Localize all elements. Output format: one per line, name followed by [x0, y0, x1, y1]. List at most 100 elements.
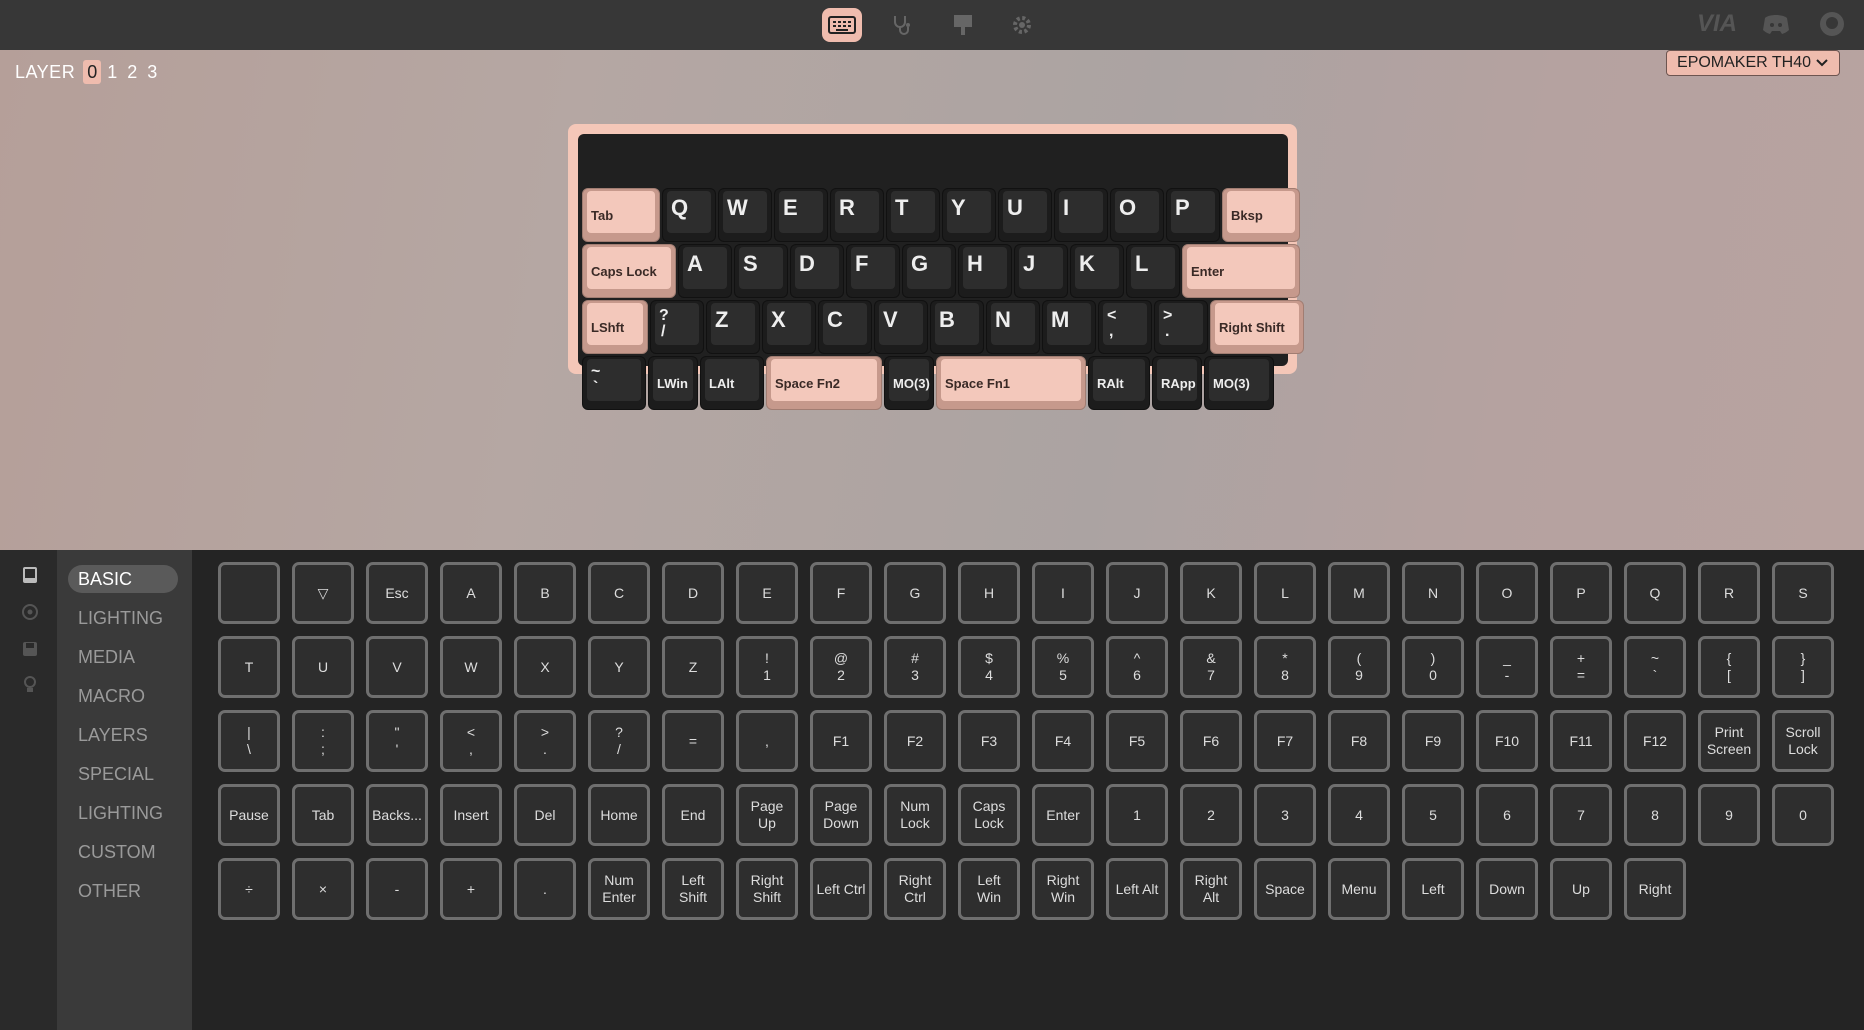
category-custom[interactable]: CUSTOM: [68, 838, 178, 866]
keycode-button[interactable]: ) 0: [1402, 636, 1464, 698]
keycode-button[interactable]: N: [1402, 562, 1464, 624]
keyboard-key[interactable]: O: [1110, 188, 1164, 242]
keyboard-key[interactable]: MO(3): [1204, 356, 1274, 410]
keycode-button[interactable]: Menu: [1328, 858, 1390, 920]
keyboard-key[interactable]: LShft: [582, 300, 648, 354]
keyboard-key[interactable]: X: [762, 300, 816, 354]
keycode-button[interactable]: .: [514, 858, 576, 920]
keycode-button[interactable]: 6: [1476, 784, 1538, 846]
keyboard-key[interactable]: A: [678, 244, 732, 298]
keycode-button[interactable]: 8: [1624, 784, 1686, 846]
keyboard-key[interactable]: Enter: [1182, 244, 1300, 298]
keycode-button[interactable]: * 8: [1254, 636, 1316, 698]
keycode-button[interactable]: F10: [1476, 710, 1538, 772]
keycode-button[interactable]: P: [1550, 562, 1612, 624]
keycode-button[interactable]: : ;: [292, 710, 354, 772]
keycode-button[interactable]: } ]: [1772, 636, 1834, 698]
keycode-button[interactable]: R: [1698, 562, 1760, 624]
keyboard-key[interactable]: ~ `: [582, 356, 646, 410]
keycode-button[interactable]: O: [1476, 562, 1538, 624]
keycode-button[interactable]: ÷: [218, 858, 280, 920]
keycode-button[interactable]: ? /: [588, 710, 650, 772]
layer-0-button[interactable]: 0: [83, 60, 102, 84]
keyboard-key[interactable]: F: [846, 244, 900, 298]
keycode-button[interactable]: H: [958, 562, 1020, 624]
category-layers[interactable]: LAYERS: [68, 721, 178, 749]
keyboard-key[interactable]: Y: [942, 188, 996, 242]
save-icon[interactable]: [19, 638, 41, 660]
keycode-button[interactable]: Y: [588, 636, 650, 698]
keycode-button[interactable]: Print Screen: [1698, 710, 1760, 772]
keycode-button[interactable]: ^ 6: [1106, 636, 1168, 698]
category-lighting[interactable]: LIGHTING: [68, 604, 178, 632]
keycode-button[interactable]: J: [1106, 562, 1168, 624]
keyboard-key[interactable]: Right Shift: [1210, 300, 1304, 354]
keyboard-key[interactable]: V: [874, 300, 928, 354]
keycode-button[interactable]: End: [662, 784, 724, 846]
keyboard-icon[interactable]: [822, 8, 862, 42]
keycode-button[interactable]: Backs...: [366, 784, 428, 846]
keycode-button[interactable]: Space: [1254, 858, 1316, 920]
keycode-button[interactable]: 3: [1254, 784, 1316, 846]
keycode-button[interactable]: F7: [1254, 710, 1316, 772]
keycode-button[interactable]: F3: [958, 710, 1020, 772]
keyboard-key[interactable]: Space Fn1: [936, 356, 1086, 410]
keyboard-key[interactable]: K: [1070, 244, 1124, 298]
keyboard-key[interactable]: D: [790, 244, 844, 298]
keycode-button[interactable]: F12: [1624, 710, 1686, 772]
keycode-button[interactable]: Right Win: [1032, 858, 1094, 920]
layer-3-button[interactable]: 3: [143, 60, 161, 84]
keycode-button[interactable]: Tab: [292, 784, 354, 846]
keyboard-key[interactable]: P: [1166, 188, 1220, 242]
keycode-button[interactable]: Z: [662, 636, 724, 698]
target-icon[interactable]: [19, 601, 41, 623]
keycode-button[interactable]: F5: [1106, 710, 1168, 772]
keycode-button[interactable]: F6: [1180, 710, 1242, 772]
keycode-button[interactable]: Home: [588, 784, 650, 846]
keycode-button[interactable]: " ': [366, 710, 428, 772]
keycode-button[interactable]: ×: [292, 858, 354, 920]
keycode-button[interactable]: F2: [884, 710, 946, 772]
keycode-button[interactable]: @ 2: [810, 636, 872, 698]
keycode-button[interactable]: Page Down: [810, 784, 872, 846]
keyboard-key[interactable]: ? /: [650, 300, 704, 354]
layer-1-button[interactable]: 1: [103, 60, 121, 84]
keycode-button[interactable]: B: [514, 562, 576, 624]
keycode-button[interactable]: Enter: [1032, 784, 1094, 846]
keycode-button[interactable]: Esc: [366, 562, 428, 624]
keyboard-key[interactable]: U: [998, 188, 1052, 242]
keycode-button[interactable]: # 3: [884, 636, 946, 698]
keyboard-key[interactable]: LAlt: [700, 356, 764, 410]
keycode-button[interactable]: F9: [1402, 710, 1464, 772]
keyboard-key[interactable]: Q: [662, 188, 716, 242]
keycode-button[interactable]: 1: [1106, 784, 1168, 846]
keycode-button[interactable]: Insert: [440, 784, 502, 846]
keyboard-key[interactable]: C: [818, 300, 872, 354]
keycode-button[interactable]: & 7: [1180, 636, 1242, 698]
keycode-button[interactable]: V: [366, 636, 428, 698]
keycode-button[interactable]: | \: [218, 710, 280, 772]
keycode-button[interactable]: I: [1032, 562, 1094, 624]
github-icon[interactable]: [1818, 10, 1846, 42]
keycode-button[interactable]: D: [662, 562, 724, 624]
keyboard-key[interactable]: RApp: [1152, 356, 1202, 410]
settings-icon[interactable]: [1002, 8, 1042, 42]
keyboard-key[interactable]: N: [986, 300, 1040, 354]
keycode-button[interactable]: M: [1328, 562, 1390, 624]
keycode-button[interactable]: Down: [1476, 858, 1538, 920]
keycode-button[interactable]: Left: [1402, 858, 1464, 920]
keycode-button[interactable]: F8: [1328, 710, 1390, 772]
keyboard-key[interactable]: M: [1042, 300, 1096, 354]
keycode-button[interactable]: Caps Lock: [958, 784, 1020, 846]
keycode-button[interactable]: Left Ctrl: [810, 858, 872, 920]
keycode-button[interactable]: X: [514, 636, 576, 698]
keycode-button[interactable]: $ 4: [958, 636, 1020, 698]
keyboard-key[interactable]: B: [930, 300, 984, 354]
keyboard-key[interactable]: J: [1014, 244, 1068, 298]
keyboard-key[interactable]: Tab: [582, 188, 660, 242]
lightbulb-icon[interactable]: [19, 674, 41, 696]
keyboard-key[interactable]: Z: [706, 300, 760, 354]
keyboard-key[interactable]: W: [718, 188, 772, 242]
keycode-button[interactable]: W: [440, 636, 502, 698]
keycode-button[interactable]: F11: [1550, 710, 1612, 772]
